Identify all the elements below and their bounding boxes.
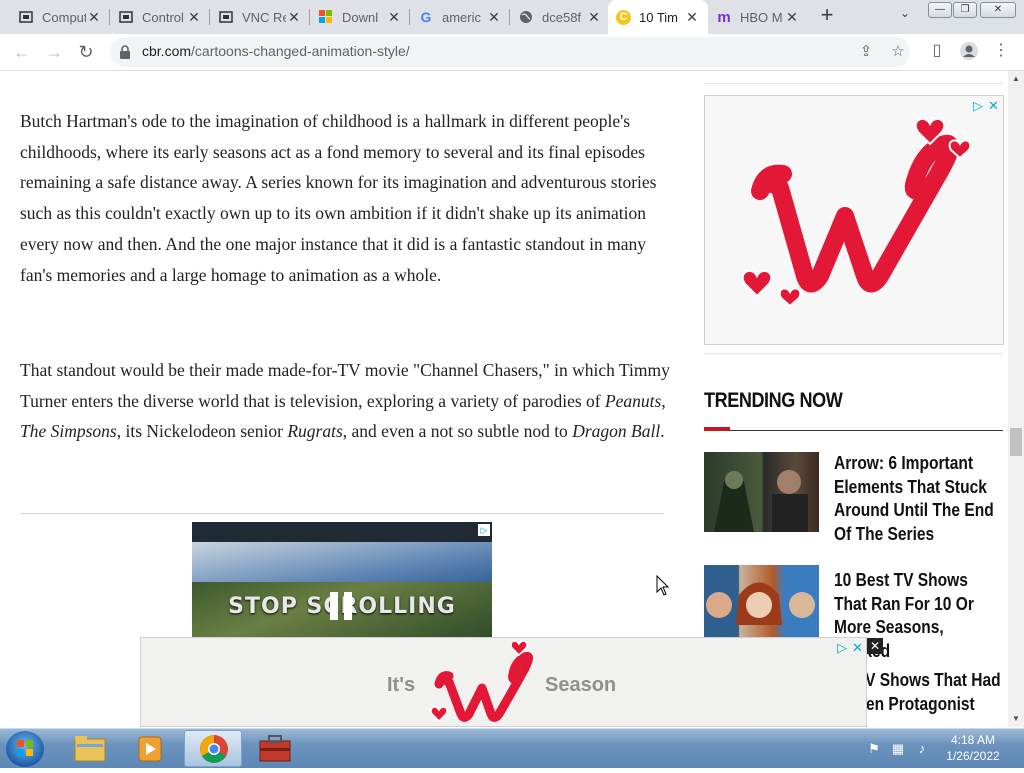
trending-thumbnail[interactable] <box>704 565 819 645</box>
taskbar-explorer[interactable] <box>60 730 118 767</box>
start-button[interactable] <box>6 731 44 767</box>
browser-tab[interactable]: Downl ✕ <box>310 0 410 34</box>
mouse-cursor-icon <box>656 575 670 596</box>
system-clock[interactable]: 4:18 AM 1/26/2022 <box>940 732 1006 764</box>
chrome-icon <box>200 735 228 763</box>
divider <box>704 430 1003 431</box>
ad-text: Season <box>545 674 617 696</box>
browser-tab[interactable]: Computer ✕ <box>10 0 110 34</box>
url-text: cbr.com/cartoons-changed-animation-style… <box>142 43 410 59</box>
walgreens-logo-icon <box>741 117 972 308</box>
walgreens-logo-icon <box>430 640 533 723</box>
close-icon[interactable]: ✕ <box>186 9 202 26</box>
reload-icon[interactable]: ↻ <box>74 40 98 64</box>
adchoices-icon[interactable]: ▷ <box>837 640 847 656</box>
chevron-down-icon[interactable]: ⌄ <box>895 6 915 26</box>
vertical-scrollbar[interactable]: ▲ ▼ <box>1008 71 1024 727</box>
taskbar-toolbox[interactable] <box>246 730 304 767</box>
ad-close-icon[interactable]: ✕ <box>988 98 999 114</box>
folder-icon <box>74 736 106 762</box>
share-icon[interactable]: ⇪ <box>856 42 876 62</box>
accent-bar <box>704 427 730 431</box>
toolbox-icon <box>259 735 291 762</box>
taskbar-media-player[interactable] <box>122 730 180 767</box>
ad-close-icon[interactable]: ✕ <box>852 640 863 656</box>
vnc-icon <box>18 9 34 25</box>
tab-strip: Computer ✕ Control ✕ VNC Rea ✕ Downl ✕ G… <box>0 0 1024 34</box>
windows-logo-icon <box>17 740 33 756</box>
scroll-down-arrow-icon[interactable]: ▼ <box>1008 711 1024 727</box>
close-icon[interactable]: ✕ <box>286 9 302 26</box>
article-paragraph: Butch Hartman's ode to the imagination o… <box>20 111 657 285</box>
close-icon[interactable]: ✕ <box>86 9 102 26</box>
close-icon[interactable]: ✕ <box>386 9 402 26</box>
back-arrow-icon[interactable]: ← <box>10 40 34 64</box>
browser-tab[interactable]: dce58f ✕ <box>510 0 610 34</box>
address-bar[interactable]: cbr.com/cartoons-changed-animation-style… <box>110 37 910 67</box>
close-icon[interactable]: ✕ <box>586 9 602 26</box>
close-ad-button[interactable]: ✕ <box>867 638 883 654</box>
pause-icon[interactable] <box>330 592 354 620</box>
trending-thumbnail[interactable] <box>704 452 819 532</box>
windows-taskbar: ⚑ ▦ ♪ 4:18 AM 1/26/2022 <box>0 728 1024 768</box>
minimize-button[interactable]: — <box>928 2 952 18</box>
close-icon[interactable]: ✕ <box>684 9 700 26</box>
cbr-icon: C <box>616 9 631 25</box>
volume-icon[interactable]: ♪ <box>914 741 930 757</box>
sidebar-ad[interactable]: ▷ ✕ <box>704 95 1004 345</box>
lock-icon <box>120 45 130 59</box>
browser-tab-active[interactable]: C 10 Tim ✕ <box>608 0 708 34</box>
forward-arrow-icon[interactable]: → <box>42 40 66 64</box>
browser-tab[interactable]: VNC Rea ✕ <box>210 0 310 34</box>
page-content: Butch Hartman's ode to the imagination o… <box>0 71 1008 727</box>
maximize-button[interactable]: ❐ <box>953 2 977 18</box>
bookmark-star-icon[interactable]: ☆ <box>888 42 908 62</box>
adchoices-icon[interactable]: ▷ <box>973 98 983 114</box>
scroll-thumb[interactable] <box>1010 428 1022 456</box>
google-icon: G <box>420 9 432 25</box>
ad-text: It's <box>387 674 416 696</box>
divider <box>704 83 1003 84</box>
browser-toolbar: ← → ↻ cbr.com/cartoons-changed-animation… <box>0 34 1024 71</box>
close-icon[interactable]: ✕ <box>784 9 800 26</box>
close-window-button[interactable]: ✕ <box>980 2 1016 18</box>
video-ad[interactable]: STOP SCROLLING ▷ <box>192 522 492 642</box>
adchoices-icon[interactable]: ▷ <box>478 524 490 536</box>
trending-item-title[interactable]: Arrow: 6 Important Elements That Stuck A… <box>834 451 1004 545</box>
windows-logo-icon <box>318 9 334 25</box>
network-icon[interactable]: ▦ <box>890 741 906 757</box>
menu-kebab-icon[interactable]: ⋮ <box>990 40 1012 62</box>
vnc-icon <box>118 9 134 25</box>
browser-tab[interactable]: Control ✕ <box>110 0 210 34</box>
article-paragraph: That standout would be their made made-f… <box>20 360 670 442</box>
close-icon[interactable]: ✕ <box>486 9 502 26</box>
bottom-sticky-ad[interactable]: It's Season ▷ ✕ <box>140 637 867 727</box>
taskbar-chrome[interactable] <box>184 730 242 767</box>
browser-tab[interactable]: G americ ✕ <box>410 0 510 34</box>
globe-icon <box>518 9 534 25</box>
profile-avatar-icon[interactable] <box>958 40 980 62</box>
divider <box>20 513 664 514</box>
media-player-icon <box>138 736 162 762</box>
action-center-flag-icon[interactable]: ⚑ <box>866 741 882 757</box>
divider <box>704 353 1003 354</box>
trending-heading: TRENDING NOW <box>704 389 843 412</box>
vnc-icon <box>218 9 234 25</box>
new-tab-plus-icon[interactable]: + <box>815 4 839 28</box>
side-panel-icon[interactable]: ▯ <box>926 40 948 62</box>
scroll-up-arrow-icon[interactable]: ▲ <box>1008 71 1024 87</box>
browser-tab[interactable]: m HBO M ✕ <box>708 0 808 34</box>
hbo-max-icon: m <box>717 8 731 26</box>
